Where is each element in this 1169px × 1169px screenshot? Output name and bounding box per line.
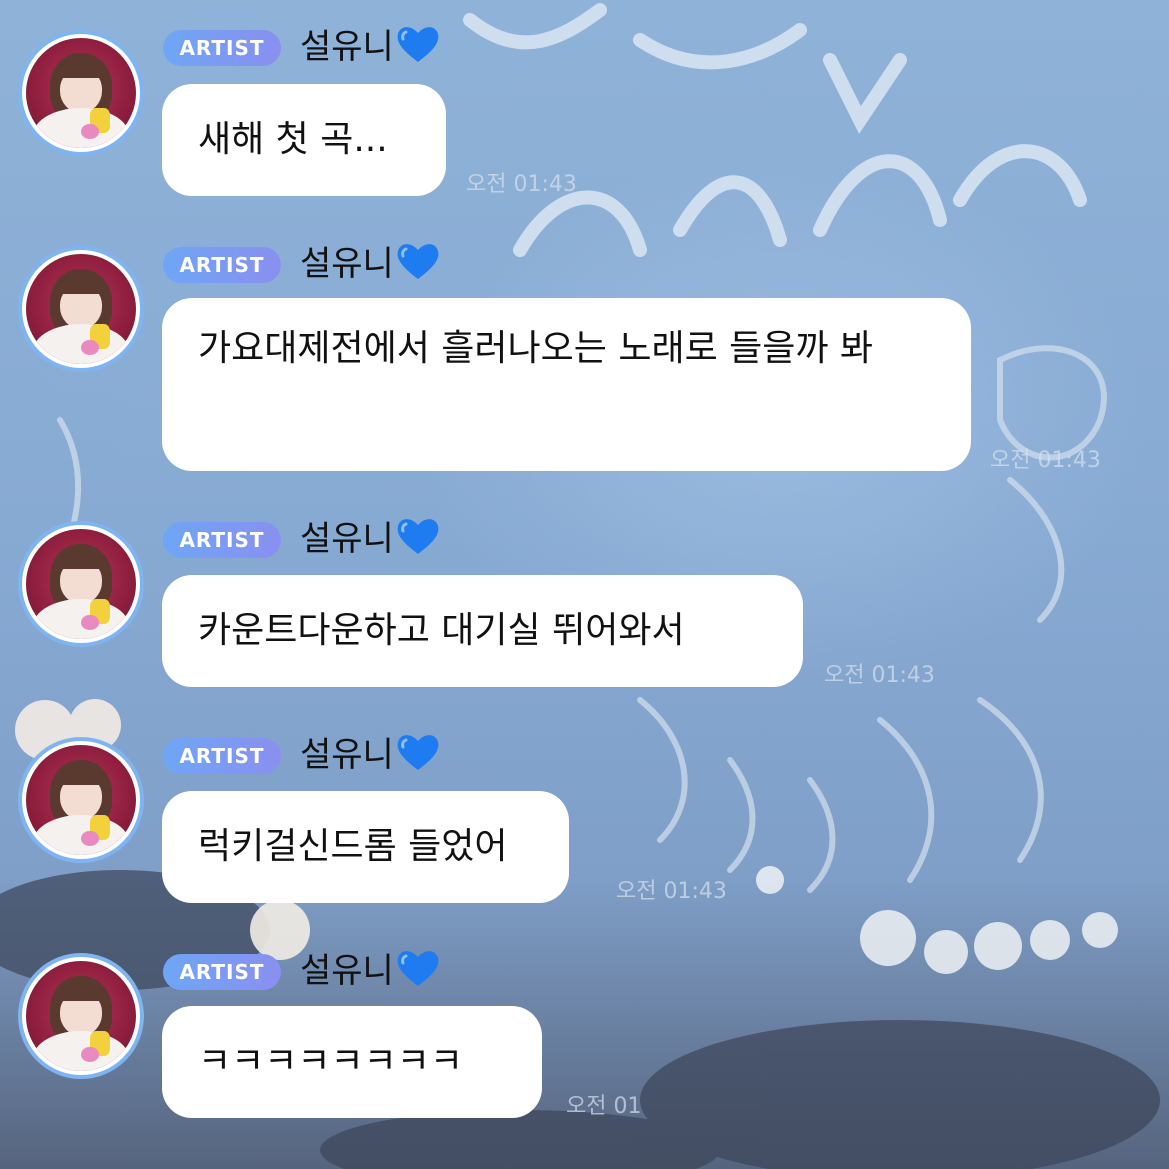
avatar[interactable] (18, 737, 144, 863)
sender-name: 설유니 (300, 27, 394, 67)
blue-heart-icon (396, 732, 440, 783)
message-timestamp: 오전 01:43 (990, 448, 1101, 473)
message-timestamp: 오전 01:43 (466, 172, 577, 197)
sender-name: 설유니 (300, 519, 394, 559)
artist-badge: ARTIST (163, 522, 281, 558)
message-timestamp: 오전 01 (566, 1094, 642, 1119)
message-bubble[interactable]: 카운트다운하고 대기실 뛰어와서 (162, 575, 803, 687)
artist-badge: ARTIST (163, 30, 281, 66)
sender-name: 설유니 (300, 951, 394, 991)
sender-name-row: 설유니 (300, 516, 440, 567)
message-bubble[interactable]: 가요대제전에서 흘러나오는 노래로 들을까 봐 (162, 298, 971, 471)
avatar[interactable] (18, 953, 144, 1079)
message-bubble[interactable]: 새해 첫 곡... (162, 84, 446, 196)
avatar[interactable] (18, 521, 144, 647)
sender-name-row: 설유니 (300, 732, 440, 783)
message-bubble[interactable]: ㅋㅋㅋㅋㅋㅋㅋㅋ (162, 1006, 542, 1118)
sender-name-row: 설유니 (300, 241, 440, 292)
avatar[interactable] (18, 30, 144, 156)
blue-heart-icon (396, 241, 440, 292)
blue-heart-icon (396, 516, 440, 567)
artist-badge: ARTIST (163, 738, 281, 774)
message-timestamp: 오전 01:43 (616, 879, 727, 904)
artist-badge: ARTIST (163, 954, 281, 990)
sender-name-row: 설유니 (300, 948, 440, 999)
sender-name-row: 설유니 (300, 24, 440, 75)
blue-heart-icon (396, 24, 440, 75)
sender-name: 설유니 (300, 735, 394, 775)
blue-heart-icon (396, 948, 440, 999)
sender-name: 설유니 (300, 244, 394, 284)
avatar[interactable] (18, 246, 144, 372)
artist-badge: ARTIST (163, 247, 281, 283)
message-timestamp: 오전 01:43 (824, 663, 935, 688)
message-bubble[interactable]: 럭키걸신드롬 들었어 (162, 791, 569, 903)
chat-feed: ARTIST 설유니 새해 첫 곡... 오전 01:43 ARTIST 설유니… (0, 0, 1169, 1169)
